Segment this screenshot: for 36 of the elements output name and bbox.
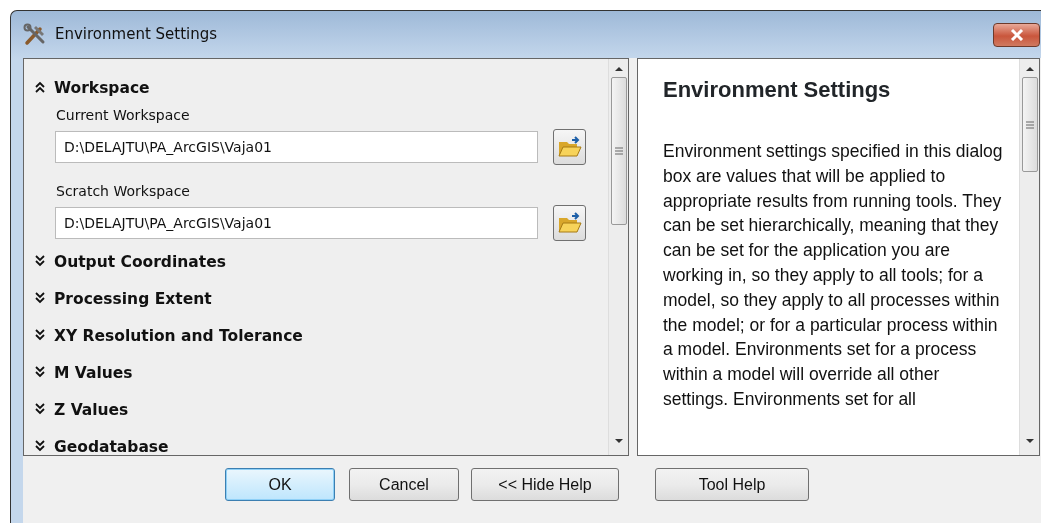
section-heading[interactable]: M Values [54,362,133,386]
browse-button[interactable] [553,129,586,165]
scroll-thumb[interactable] [1021,77,1038,172]
help-title: Environment Settings [663,76,892,104]
scrollbar[interactable] [608,59,628,455]
section-heading[interactable]: Geodatabase [54,436,169,455]
section-heading[interactable]: Z Values [54,399,129,423]
collapse-icon[interactable] [34,81,46,93]
dialog-button[interactable]: Cancel [349,468,459,501]
expand-icon[interactable] [34,255,46,267]
expand-icon[interactable] [34,403,46,415]
expand-icon[interactable] [34,292,46,304]
section-heading[interactable]: XY Resolution and Tolerance [54,325,303,349]
scrollbar[interactable] [1019,59,1039,455]
close-icon [1009,28,1024,41]
dialog-button[interactable]: << Hide Help [471,468,619,501]
dialog-button[interactable]: Tool Help [655,468,809,501]
window-title: Environment Settings [55,24,218,46]
field-label: Current Workspace [56,106,191,125]
expand-icon[interactable] [34,329,46,341]
folder-icon [557,212,582,234]
folder-icon [557,136,582,158]
expand-icon[interactable] [34,440,46,452]
expand-icon[interactable] [34,366,46,378]
close-button[interactable] [993,22,1040,47]
section-heading[interactable]: Workspace [54,77,150,101]
section-heading[interactable]: Processing Extent [54,288,212,312]
field-label: Scratch Workspace [56,182,191,201]
scroll-thumb[interactable] [610,77,627,225]
tools-icon [23,22,47,47]
dialog-button[interactable]: OK [225,468,335,501]
input-field[interactable]: D:\DELAJTU\PA_ArcGIS\Vaja01 [55,131,538,163]
input-field[interactable]: D:\DELAJTU\PA_ArcGIS\Vaja01 [55,207,538,239]
help-text: Environment settings specified in this dialog box are values that will be applied to appropriate results from running tools. They can be set hierarchically, meaning that they can be set for the application you are working in, so they apply to all tools; for a model, so they apply to all processes within the model; or for a particular process within a model. Environments set for a process within a model will override all other settings. Environments set for all [663,140,1004,411]
section-heading[interactable]: Output Coordinates [54,251,226,275]
browse-button[interactable] [553,205,586,241]
